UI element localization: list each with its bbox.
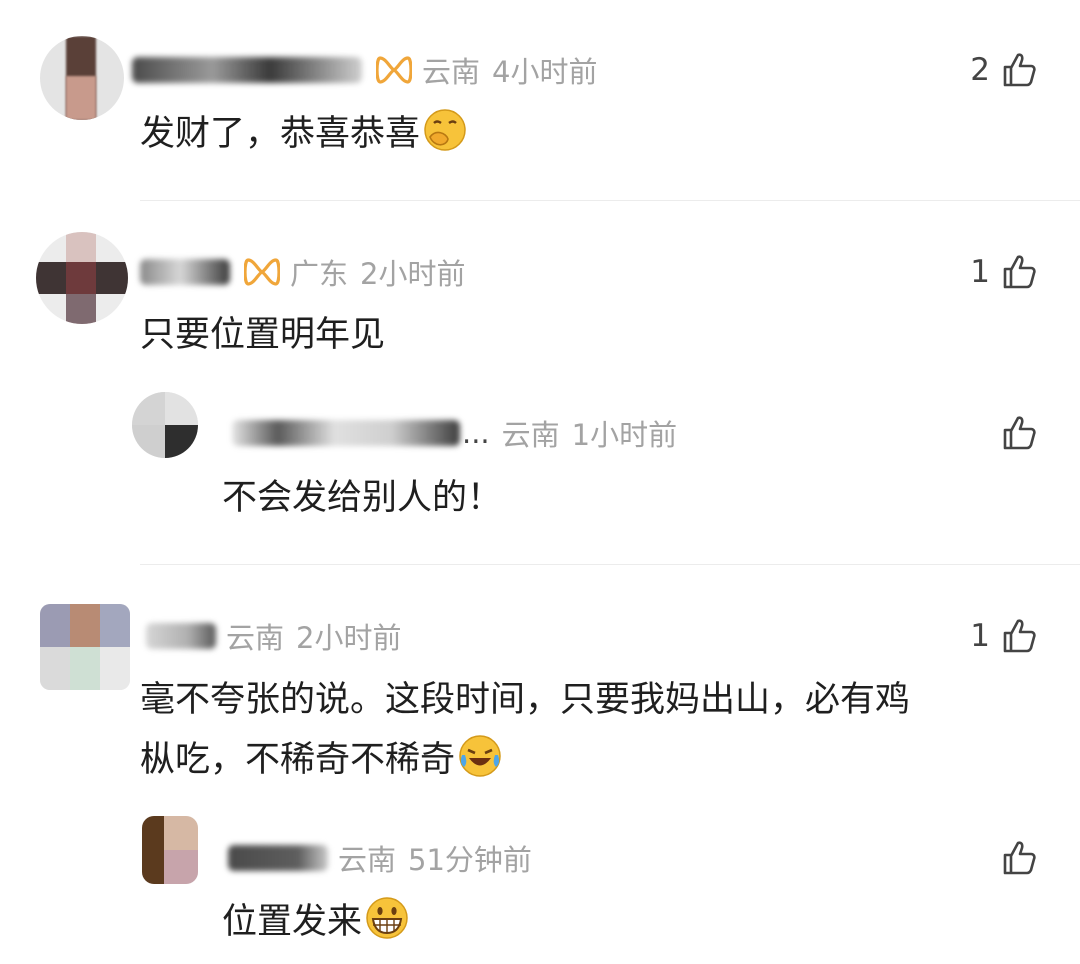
timestamp: 51分钟前 bbox=[408, 843, 532, 877]
name-ellipsis: ... bbox=[462, 416, 490, 450]
like-button[interactable]: 1 bbox=[970, 250, 1038, 294]
timestamp: 2小时前 bbox=[296, 621, 402, 655]
like-button[interactable]: 1 bbox=[970, 614, 1038, 658]
username-blurred[interactable] bbox=[132, 57, 362, 83]
vip-loop-icon bbox=[376, 56, 412, 84]
vip-loop-icon bbox=[244, 258, 280, 286]
reply-text: 不会发给别人的！ bbox=[222, 478, 503, 518]
region-label: 云南 bbox=[226, 621, 285, 655]
region-label: 云南 bbox=[338, 843, 397, 877]
comment-text: 发财了，恭喜恭喜 bbox=[140, 104, 468, 164]
region-label: 云南 bbox=[422, 55, 481, 89]
comment-text: 毫不夸张的说。这段时间，只要我妈出山，必有鸡 枞吃，不稀奇不稀奇 bbox=[140, 670, 1050, 790]
grinning-emoji bbox=[366, 897, 408, 939]
username-blurred[interactable] bbox=[140, 259, 230, 285]
thumbs-up-outline-icon bbox=[1003, 53, 1036, 87]
timestamp: 4小时前 bbox=[492, 55, 598, 89]
reply-meta: ... 云南 1小时前 bbox=[232, 411, 677, 455]
comment-text-line: 枞吃，不稀奇不稀奇 bbox=[140, 730, 1050, 790]
divider bbox=[140, 564, 1080, 565]
like-button[interactable]: 2 bbox=[970, 48, 1038, 92]
crying-laughing-emoji bbox=[459, 735, 501, 777]
avatar[interactable] bbox=[40, 604, 130, 690]
avatar[interactable] bbox=[36, 232, 128, 324]
timestamp: 2小时前 bbox=[360, 257, 466, 291]
comment-text-line: 毫不夸张的说。这段时间，只要我妈出山，必有鸡 bbox=[140, 680, 911, 720]
timestamp: 1小时前 bbox=[571, 418, 678, 452]
thinking-hand-emoji bbox=[424, 109, 466, 151]
like-button[interactable] bbox=[1000, 836, 1038, 880]
comment-meta: 云南 4小时前 bbox=[132, 48, 597, 92]
username-blurred[interactable] bbox=[146, 623, 216, 649]
thumbs-up-outline-icon bbox=[1003, 841, 1036, 875]
region-label: 云南 bbox=[501, 418, 560, 452]
divider bbox=[140, 200, 1080, 201]
avatar[interactable] bbox=[40, 36, 124, 120]
comment-meta: 广东 2小时前 bbox=[140, 250, 465, 294]
username-blurred[interactable] bbox=[228, 845, 328, 871]
comment-meta: 云南 2小时前 bbox=[146, 614, 401, 658]
like-count: 1 bbox=[970, 618, 990, 654]
like-button[interactable] bbox=[1000, 411, 1038, 455]
username-blurred[interactable] bbox=[232, 420, 460, 446]
reply-meta: 云南 51分钟前 bbox=[228, 836, 532, 880]
like-count: 1 bbox=[970, 254, 990, 290]
region-label: 广东 bbox=[290, 257, 349, 291]
avatar[interactable] bbox=[132, 392, 198, 458]
comment-text: 只要位置明年见 bbox=[140, 315, 386, 355]
comment-text-value: 发财了，恭喜恭喜 bbox=[140, 114, 421, 154]
reply-text: 位置发来 bbox=[222, 892, 410, 952]
avatar[interactable] bbox=[142, 816, 198, 884]
like-count: 2 bbox=[970, 52, 990, 88]
thumbs-up-outline-icon bbox=[1003, 255, 1036, 289]
thumbs-up-outline-icon bbox=[1003, 619, 1036, 653]
comment-text-value: 枞吃，不稀奇不稀奇 bbox=[140, 740, 456, 780]
reply-text-value: 位置发来 bbox=[222, 902, 363, 942]
thumbs-up-outline-icon bbox=[1003, 416, 1036, 450]
